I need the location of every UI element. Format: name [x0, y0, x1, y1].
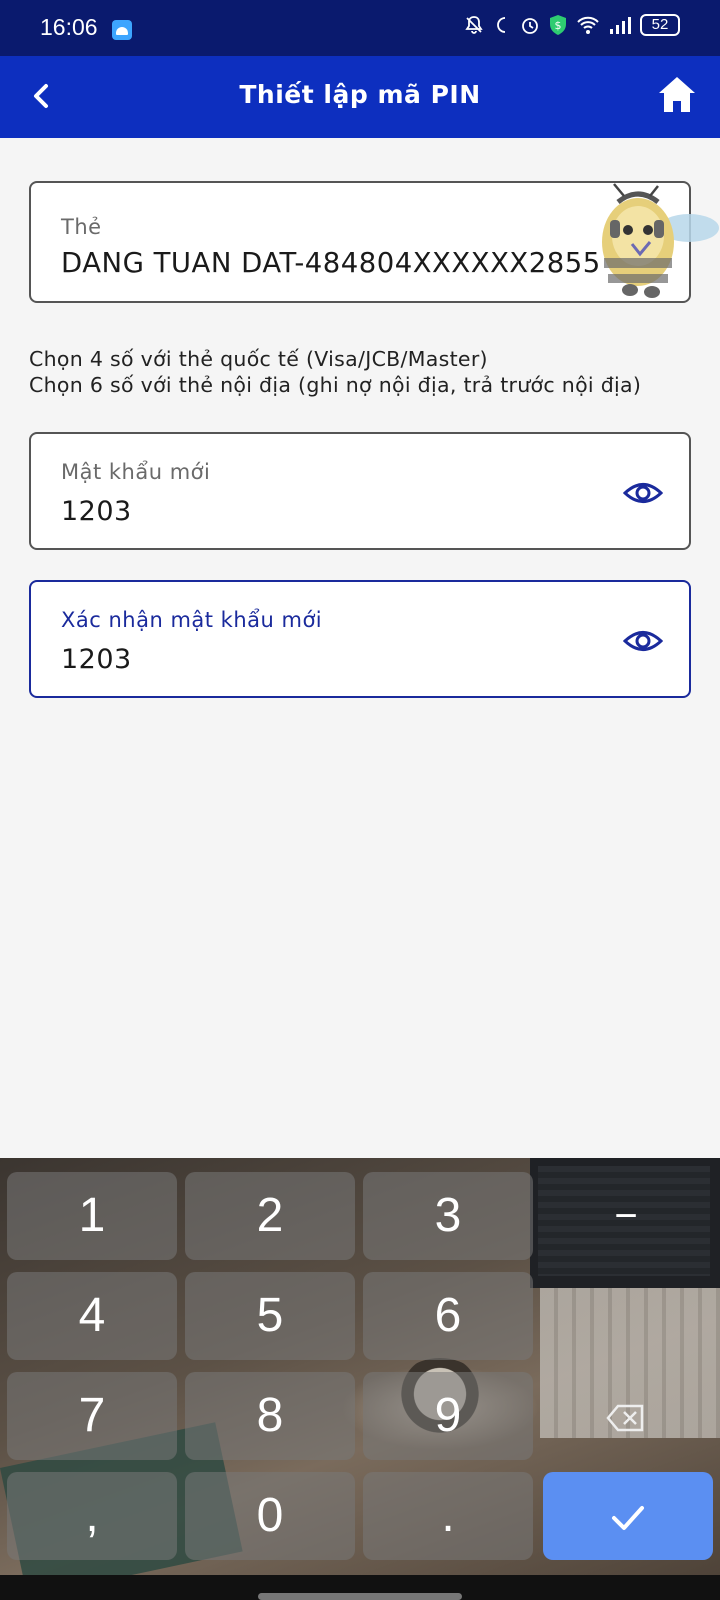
status-time: 16:06 [40, 14, 98, 40]
confirm-password-label: Xác nhận mật khẩu mới [61, 608, 323, 632]
card-field-value: DANG TUAN DAT-484804XXXXXX2855 [61, 247, 601, 279]
moon-icon [497, 17, 506, 33]
key-2[interactable]: 2 [185, 1172, 355, 1260]
home-button[interactable] [656, 74, 698, 116]
bell-muted-icon [465, 16, 483, 34]
new-password-label: Mật khẩu mới [61, 460, 211, 484]
battery-icon: 52 [640, 14, 680, 36]
key-dot[interactable]: . [363, 1472, 533, 1560]
signal-icon [610, 17, 631, 34]
key-7[interactable]: 7 [7, 1372, 177, 1460]
system-nav-bar [0, 1575, 720, 1600]
key-6[interactable]: 6 [363, 1272, 533, 1360]
app-header: Thiết lập mã PIN [0, 56, 720, 138]
eye-icon[interactable] [623, 626, 663, 656]
backspace-icon [606, 1405, 644, 1432]
android-app-icon [112, 20, 132, 40]
key-8[interactable]: 8 [185, 1372, 355, 1460]
backspace-key[interactable] [541, 1372, 711, 1460]
check-icon [612, 1506, 644, 1531]
key-comma[interactable]: , [7, 1472, 177, 1560]
bee-mascot-icon [602, 183, 719, 298]
key-minus[interactable]: − [541, 1172, 711, 1260]
alarm-icon [522, 18, 538, 34]
key-9[interactable]: 9 [363, 1372, 533, 1460]
status-bar: 16:06 $ 52 [0, 0, 720, 56]
wifi-icon [577, 16, 599, 34]
confirm-password-field[interactable]: Xác nhận mật khẩu mới 1203 [29, 580, 691, 698]
eye-icon[interactable] [623, 478, 663, 508]
new-password-field[interactable]: Mật khẩu mới 1203 [29, 432, 691, 550]
key-3[interactable]: 3 [363, 1172, 533, 1260]
pin-hint-line-2: Chọn 6 số với thẻ nội địa (ghi nợ nội đị… [29, 373, 642, 397]
home-gesture-bar[interactable] [258, 1593, 462, 1600]
status-icons: $ 52 [464, 14, 680, 36]
confirm-key[interactable] [543, 1472, 713, 1560]
key-1[interactable]: 1 [7, 1172, 177, 1260]
pin-hint-line-1: Chọn 4 số với thẻ quốc tế (Visa/JCB/Mast… [29, 347, 488, 371]
confirm-password-value: 1203 [61, 644, 132, 675]
svg-text:$: $ [555, 19, 562, 32]
key-5[interactable]: 5 [185, 1272, 355, 1360]
new-password-value: 1203 [61, 496, 132, 527]
card-field-label: Thẻ [61, 215, 102, 239]
numeric-keyboard: 1 2 3 − 4 5 6 7 8 9 , 0 . [0, 1158, 720, 1600]
shield-dollar-icon: $ [550, 15, 566, 35]
page-title: Thiết lập mã PIN [239, 80, 481, 109]
key-4[interactable]: 4 [7, 1272, 177, 1360]
key-0[interactable]: 0 [185, 1472, 355, 1560]
pin-hint: Chọn 4 số với thẻ quốc tế (Visa/JCB/Mast… [29, 346, 641, 398]
